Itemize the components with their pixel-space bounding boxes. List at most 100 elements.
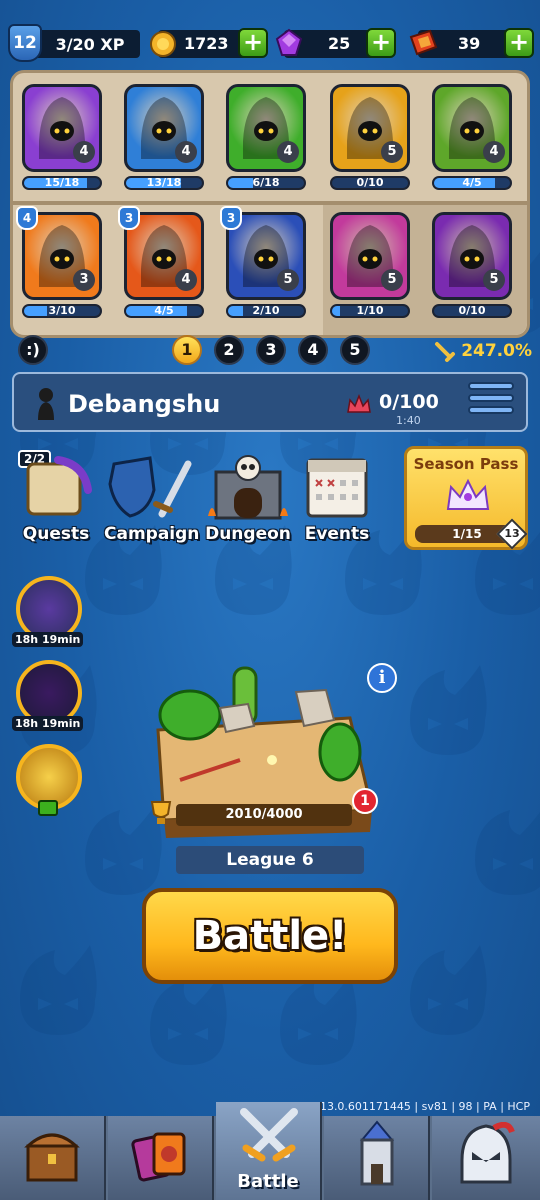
red-ticket-icon — [409, 29, 438, 56]
tab-deck-1[interactable]: 1 — [172, 335, 202, 365]
crossed-swords-icon — [240, 1108, 298, 1162]
card-cost: 3 — [118, 206, 140, 230]
tickets-amount: 39 — [458, 34, 481, 53]
tab-deck-5[interactable]: 5 — [340, 335, 370, 365]
add-gold-button[interactable]: + — [238, 28, 268, 58]
free-gold-offer[interactable] — [14, 744, 84, 816]
trophy-icon — [150, 801, 172, 824]
card-cost: 3 — [220, 206, 242, 230]
battle-button[interactable]: Battle! — [142, 888, 398, 984]
card-progress-bar: 4/5 — [124, 304, 204, 318]
unit-card[interactable]: 4 15/18 — [22, 84, 106, 190]
top-resource-bar: 3/20 XP 12 1723 + 25 + 39 + — [0, 22, 540, 64]
unit-card[interactable]: 4 3 3/10 — [16, 206, 106, 318]
nav-tower[interactable] — [324, 1116, 430, 1200]
bonus-percentage: 247.0% — [461, 341, 532, 361]
quests-button[interactable]: Quests — [14, 450, 98, 544]
gold-amount: 1723 — [184, 34, 229, 53]
unit-card[interactable]: 4 4/5 — [432, 84, 516, 190]
dungeon-label: Dungeon — [205, 524, 291, 544]
crown-icon — [446, 478, 490, 510]
card-level: 4 — [483, 141, 505, 163]
card-progress-text: 3/10 — [48, 304, 76, 317]
calendar-icon — [306, 458, 368, 518]
dungeon-button[interactable]: Dungeon — [202, 450, 294, 544]
season-pass-button[interactable]: Season Pass 1/15 13 — [404, 446, 528, 550]
tab-emote[interactable]: :) — [18, 335, 48, 365]
card-progress-bar: 3/10 — [22, 304, 102, 318]
bottom-navigation: Battle — [0, 1102, 540, 1200]
unit-card[interactable]: 3 5 2/10 — [220, 206, 310, 318]
events-button[interactable]: Events — [300, 450, 374, 544]
nav-battle[interactable]: Battle — [216, 1102, 322, 1200]
unit-card[interactable]: 4 6/18 — [226, 84, 310, 190]
scroll-icon — [26, 456, 92, 516]
card-progress-text: 0/10 — [458, 304, 486, 317]
nav-shop[interactable] — [0, 1116, 106, 1200]
card-level: 3 — [73, 269, 95, 291]
card-art: 5 — [330, 84, 410, 172]
add-tickets-button[interactable]: + — [504, 28, 534, 58]
tab-deck-4[interactable]: 4 — [298, 335, 328, 365]
card-level: 5 — [277, 269, 299, 291]
arena-notification-badge: 1 — [352, 788, 378, 814]
card-progress-text: 13/18 — [146, 176, 182, 189]
tower-icon — [359, 1120, 395, 1186]
campaign-label: Campaign — [104, 524, 200, 544]
nav-cards[interactable] — [108, 1116, 214, 1200]
video-ad-icon — [38, 800, 58, 816]
campaign-button[interactable]: Campaign — [104, 450, 200, 544]
quests-label: Quests — [22, 524, 90, 544]
card-art: 4 — [124, 84, 204, 172]
menu-button[interactable] — [468, 382, 514, 424]
gold-counter: 1723 + — [150, 28, 268, 58]
league-label: League 6 — [176, 846, 364, 874]
card-progress-text: 1/10 — [356, 304, 384, 317]
player-level-badge[interactable]: 12 — [8, 24, 42, 62]
card-level: 5 — [483, 269, 505, 291]
xp-text: 3/20 XP — [55, 34, 125, 54]
player-name: Debangshu — [68, 390, 221, 418]
cards-icon — [131, 1132, 186, 1182]
side-event-2[interactable]: 18h 19min — [12, 660, 84, 731]
card-progress-bar: 6/18 — [226, 176, 306, 190]
gems-amount: 25 — [328, 34, 351, 53]
trophy-timer: 1:40 — [396, 414, 421, 427]
card-level: 4 — [277, 141, 299, 163]
arena-score: 2010/4000 — [225, 807, 303, 822]
add-gems-button[interactable]: + — [366, 28, 396, 58]
side-event-2-timer: 18h 19min — [12, 716, 84, 731]
side-event-1[interactable]: 18h 19min — [12, 576, 84, 647]
crown-trophy-icon — [347, 394, 371, 413]
card-progress-bar: 2/10 — [226, 304, 306, 318]
pawn-avatar-icon — [38, 388, 54, 420]
arena-progress: 2010/4000 — [176, 804, 352, 826]
card-progress-text: 4/5 — [154, 304, 174, 317]
deck-tabs: :) 1 2 3 4 5 247.0% — [0, 335, 540, 369]
arena-info-button[interactable]: i — [367, 663, 397, 693]
unit-card[interactable]: 4 13/18 — [124, 84, 208, 190]
card-progress-text: 0/10 — [356, 176, 384, 189]
tab-deck-3[interactable]: 3 — [256, 335, 286, 365]
card-progress-bar: 15/18 — [22, 176, 102, 190]
card-cost: 4 — [16, 206, 38, 230]
tab-deck-2[interactable]: 2 — [214, 335, 244, 365]
tickets-counter: 39 + — [409, 28, 534, 58]
nav-profile[interactable] — [432, 1116, 540, 1200]
player-bar[interactable]: Debangshu 0/100 1:40 — [12, 372, 528, 432]
unit-card[interactable]: 5 1/10 — [330, 212, 414, 318]
unit-card[interactable]: 3 4 4/5 — [118, 206, 208, 318]
card-art: 4 — [432, 84, 512, 172]
card-art: 5 — [432, 212, 512, 300]
card-art: 5 — [330, 212, 410, 300]
unit-card[interactable]: 5 0/10 — [330, 84, 414, 190]
sword-bonus-icon — [435, 342, 455, 362]
version-text: v1.13.0.601171445 | sv81 | 98 | PA | HCP — [302, 1100, 530, 1113]
card-level: 5 — [381, 269, 403, 291]
gems-counter: 25 + — [275, 28, 396, 58]
unit-card[interactable]: 5 0/10 — [432, 212, 516, 318]
battle-button-label: Battle! — [192, 913, 348, 959]
season-pass-title: Season Pass — [413, 455, 519, 473]
card-progress-text: 4/5 — [462, 176, 482, 189]
card-progress-bar: 0/10 — [330, 176, 410, 190]
